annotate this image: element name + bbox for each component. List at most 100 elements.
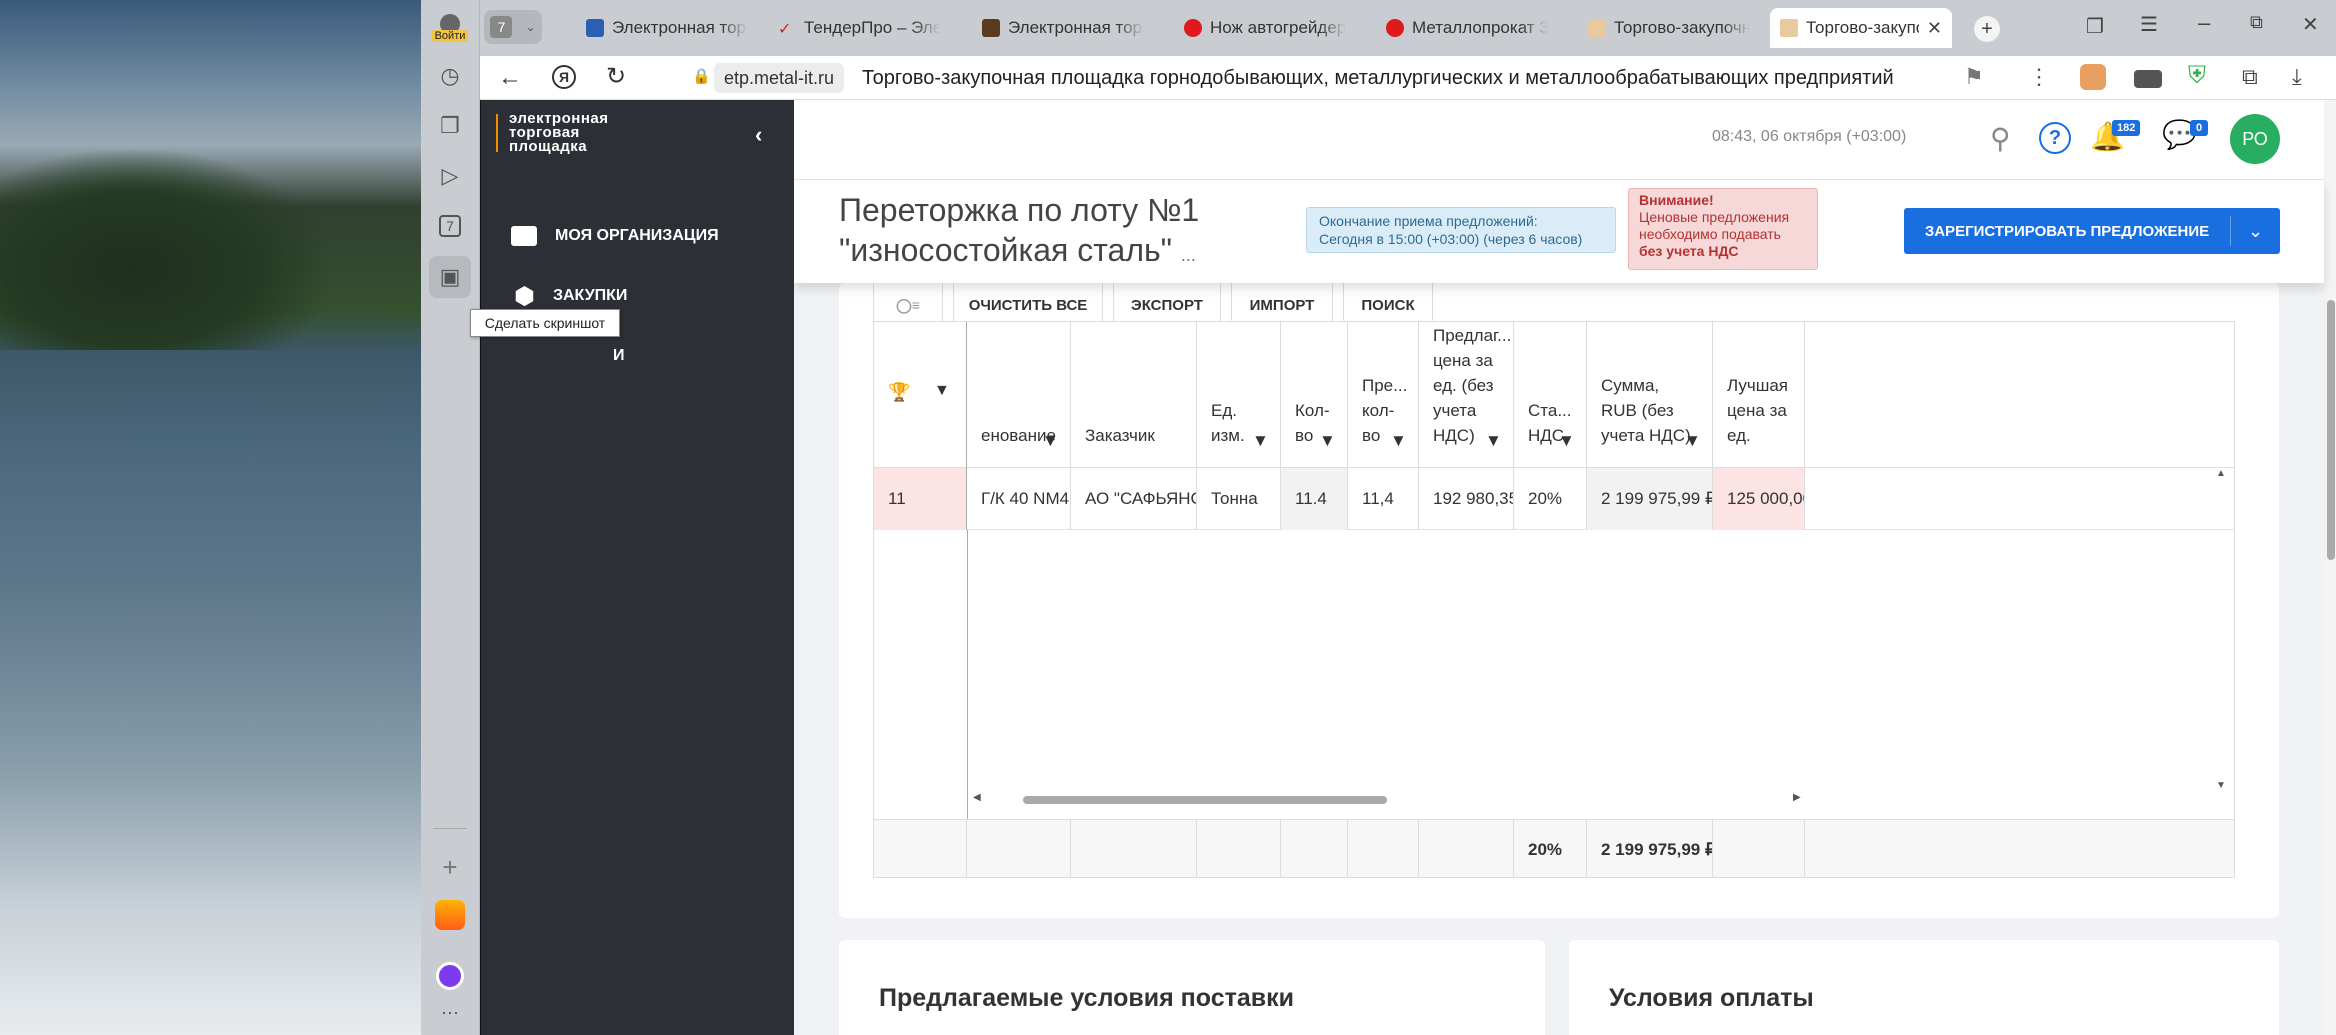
add-panel-icon[interactable]: + xyxy=(429,846,471,888)
filter-icon[interactable]: ▼ xyxy=(1684,428,1701,450)
restore-icon[interactable]: ⧉ xyxy=(2250,12,2263,33)
menu-icon[interactable]: ☰ xyxy=(2140,12,2158,37)
protect-shield-icon[interactable]: ⛨ xyxy=(2188,62,2206,90)
tab-favicon xyxy=(1780,19,1798,37)
register-offer-button[interactable]: ЗАРЕГИСТРИРОВАТЬ ПРЕДЛОЖЕНИЕ ⌄ xyxy=(1904,208,2280,254)
column-header-customer[interactable]: Заказчик xyxy=(1071,322,1197,468)
cell-sum: 2 199 975,99 ₽ xyxy=(1587,468,1713,530)
extension-icon-2[interactable] xyxy=(2134,70,2162,88)
cell-best-price: 125 000,00 ₽ xyxy=(1713,468,1805,530)
extension-icon-1[interactable] xyxy=(2080,64,2106,90)
filter-icon[interactable]: ▼ xyxy=(934,382,950,400)
cell-name: Г/К 40 NM450 ... xyxy=(967,468,1071,530)
footer-cell xyxy=(1348,820,1419,877)
more-icon[interactable]: ⋯ xyxy=(429,992,471,1034)
current-datetime: 08:43, 06 октября (+03:00) xyxy=(1712,128,1907,145)
tabs-overview-icon[interactable]: ❐ xyxy=(2086,14,2104,39)
tab-counter-button[interactable]: 7 xyxy=(429,205,471,247)
column-header-qty[interactable]: Кол-во ▼ xyxy=(1281,322,1348,468)
page-scrollbar[interactable] xyxy=(2326,100,2336,1035)
scroll-right-icon[interactable]: ▶ xyxy=(1793,792,1801,803)
tab-group-button[interactable]: 7 ⌄ xyxy=(484,10,542,44)
messages-badge: 0 xyxy=(2190,120,2209,136)
export-button[interactable]: ЭКСПОРТ xyxy=(1113,283,1221,323)
minimize-icon[interactable]: – xyxy=(2198,10,2210,36)
column-header-unit[interactable]: Ед. изм. ▼ xyxy=(1197,322,1281,468)
scroll-left-icon[interactable]: ◀ xyxy=(973,792,981,803)
clear-all-button[interactable]: ОЧИСТИТЬ ВСЕ xyxy=(953,283,1103,323)
column-header-sum[interactable]: Сумма, RUB (без учета НДС) ▼ xyxy=(1587,322,1713,468)
horizontal-scrollbar[interactable]: ◀ ▶ xyxy=(967,792,2234,806)
column-header-name[interactable]: енование ▼ xyxy=(967,322,1071,468)
filter-icon[interactable]: ▼ xyxy=(1390,428,1407,450)
page-title: Переторжка по лоту №1 "износостойкая ста… xyxy=(839,190,1199,275)
filter-icon[interactable]: ▼ xyxy=(1319,428,1336,450)
column-header-best-price[interactable]: Лучшая цена за ед. xyxy=(1713,322,1805,468)
import-button[interactable]: ИМПОРТ xyxy=(1231,283,1333,323)
tab-title: Торгово-закупочная xyxy=(1614,18,1750,37)
filter-icon[interactable]: ▼ xyxy=(1042,428,1059,450)
cell-price[interactable]: 192 980,35 ₽ xyxy=(1419,468,1514,530)
cell-offered-qty[interactable]: 11,4 xyxy=(1348,468,1419,530)
tab-6[interactable]: Торгово-закупочная xyxy=(1578,8,1760,48)
mail-app-icon[interactable] xyxy=(429,894,471,936)
profile-button[interactable]: Войти xyxy=(429,6,471,50)
tab-4[interactable]: Нож автогрейдера xyxy=(1174,8,1356,48)
tab-1[interactable]: Электронная торговая площадка xyxy=(576,8,758,48)
back-icon[interactable]: ← xyxy=(498,64,522,92)
help-icon[interactable]: ? xyxy=(2039,122,2071,154)
column-header-price[interactable]: Предлаг... цена за ед. (без учета НДС) ▼ xyxy=(1419,322,1514,468)
table-row[interactable]: 11 Г/К 40 NM450 ... АО "САФЬЯНОВС... Тон… xyxy=(874,468,2234,530)
column-title: Заказчик xyxy=(1085,426,1155,445)
yandex-icon[interactable]: Я xyxy=(552,65,576,89)
close-tab-icon[interactable]: ✕ xyxy=(1927,18,1942,39)
procedure-header: Переторжка по лоту №1 "износостойкая ста… xyxy=(794,180,2324,283)
search-icon[interactable]: ⚲ xyxy=(1990,122,2011,155)
filter-icon[interactable]: ▼ xyxy=(1558,428,1575,450)
user-avatar[interactable]: РО xyxy=(2230,114,2280,164)
scroll-up-icon[interactable]: ▲ xyxy=(2216,468,2226,479)
column-header-vat[interactable]: Ста... НДС ▼ xyxy=(1514,322,1587,468)
warning-text: Ценовые предложения xyxy=(1639,209,1790,225)
video-icon[interactable]: ▷ xyxy=(429,155,471,197)
nav-item-my-organization[interactable]: МОЯ ОРГАНИЗАЦИЯ xyxy=(481,206,794,266)
search-button[interactable]: ПОИСК xyxy=(1343,283,1433,323)
download-icon[interactable]: ⤓ xyxy=(2292,64,2302,90)
main-content: 08:43, 06 октября (+03:00) ⚲ ? 🔔 182 💬 0… xyxy=(794,100,2336,1035)
tab-7-active[interactable]: Торгово-закупочная ✕ xyxy=(1770,8,1952,48)
footer-cell xyxy=(1419,820,1514,877)
bookmark-icon[interactable]: ⚑ xyxy=(1964,64,1984,90)
chevron-down-icon: ⌄ xyxy=(525,20,536,34)
tab-5[interactable]: Металлопрокат Заказ xyxy=(1376,8,1558,48)
column-chooser-button[interactable]: ◯≡ xyxy=(873,283,943,323)
profile-label: Войти xyxy=(431,30,469,42)
new-tab-button[interactable]: + xyxy=(1974,16,2000,42)
columns-icon: ◯≡ xyxy=(896,297,920,313)
wallpaper-island xyxy=(0,150,330,350)
downloads-panel-icon[interactable]: ⧉ xyxy=(2242,64,2258,90)
filter-icon[interactable]: ▼ xyxy=(1485,428,1502,450)
filter-icon[interactable]: ▼ xyxy=(1252,428,1269,450)
reload-icon[interactable]: ↻ xyxy=(606,62,626,91)
page-scrollbar-thumb[interactable] xyxy=(2327,300,2335,560)
scrollbar-thumb[interactable] xyxy=(1023,796,1387,804)
column-header-offered-qty[interactable]: Пре... кол-во ▼ xyxy=(1348,322,1419,468)
tab-2[interactable]: ✓ ТендерПро – Электронная xyxy=(768,8,950,48)
app-logo[interactable]: электронная торговая площадка xyxy=(509,111,608,154)
collapse-sidebar-icon[interactable]: ‹ xyxy=(755,122,762,148)
close-window-icon[interactable]: ✕ xyxy=(2302,12,2319,37)
divider xyxy=(433,828,467,829)
screenshot-icon[interactable]: ▣ xyxy=(429,256,471,298)
chevron-down-icon[interactable]: ⌄ xyxy=(2231,221,2280,242)
collections-icon[interactable]: ❐ xyxy=(429,105,471,147)
screenshot-tooltip: Сделать скриншот xyxy=(470,309,620,337)
page-title-line: Переторжка по лоту №1 xyxy=(839,192,1200,228)
tab-3[interactable]: Электронная торговая xyxy=(972,8,1154,48)
tab-favicon xyxy=(1588,19,1606,37)
scroll-down-icon[interactable]: ▼ xyxy=(2216,780,2226,791)
history-icon[interactable]: ◷ xyxy=(429,55,471,97)
column-title: Сумма, RUB (без учета НДС) xyxy=(1601,376,1691,445)
alice-icon[interactable] xyxy=(429,955,471,997)
lock-icon: 🔒 xyxy=(692,68,711,85)
more-vertical-icon[interactable]: ⋮ xyxy=(2028,64,2050,90)
